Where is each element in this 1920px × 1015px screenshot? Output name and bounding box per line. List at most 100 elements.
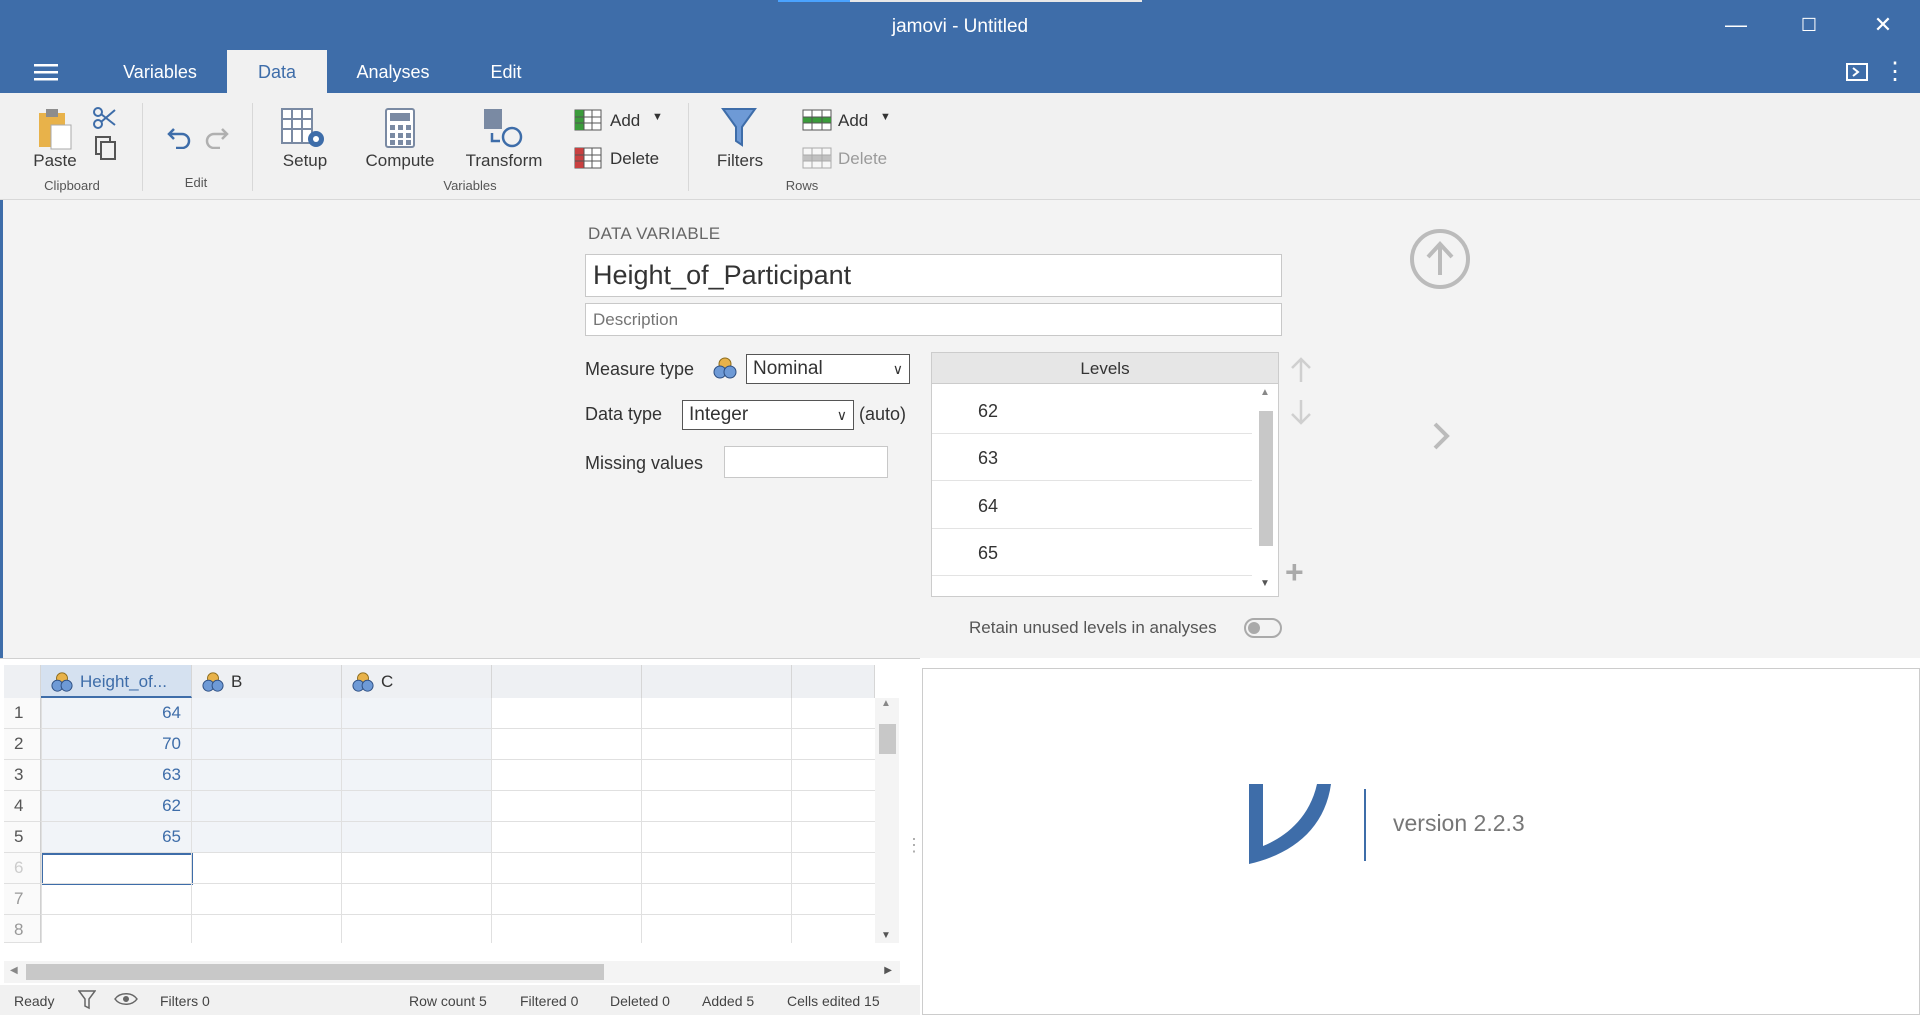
table-cell[interactable]: 70: [41, 729, 192, 760]
row-number[interactable]: 6: [4, 853, 41, 884]
next-variable-icon[interactable]: [1430, 420, 1454, 457]
copy-icon[interactable]: [94, 135, 118, 166]
add-level-icon[interactable]: +: [1285, 554, 1304, 591]
data-type-label: Data type: [585, 404, 663, 424]
data-variable-heading: DATA VARIABLE: [588, 224, 721, 243]
measure-type-label: Measure type: [585, 359, 695, 379]
variable-editor: DATA VARIABLE Height_of_Participant Meas…: [0, 200, 1920, 658]
row-number[interactable]: 5: [4, 822, 41, 853]
levels-panel: Levels 62 63 64 65 ▲ ▼: [931, 352, 1279, 597]
data-grid: Height_of... B C 1 2 3 4 5 6 7 8 64 70 6…: [0, 658, 920, 983]
minimize-button[interactable]: —: [1713, 10, 1759, 40]
divider: [142, 103, 143, 191]
toggle-panel-icon[interactable]: [1842, 50, 1872, 93]
move-level-down-icon[interactable]: [1289, 398, 1313, 431]
chevron-down-icon: ∨: [836, 407, 847, 423]
missing-values-label: Missing values: [585, 453, 704, 473]
delete-row-button[interactable]: Delete: [802, 147, 894, 173]
hamburger-menu-icon[interactable]: [26, 50, 66, 93]
missing-values-input[interactable]: [724, 446, 888, 478]
version-text: version 2.2.3: [1393, 810, 1525, 836]
move-level-up-icon[interactable]: [1289, 356, 1313, 389]
jamovi-logo: [1247, 782, 1333, 869]
redo-icon[interactable]: [202, 125, 230, 154]
setup-icon[interactable]: [280, 107, 328, 156]
splitter-handle-icon[interactable]: ⋮: [905, 835, 923, 856]
edit-group-label: Edit: [184, 175, 208, 190]
transform-icon[interactable]: [482, 107, 524, 156]
add-variable-label: Add: [610, 111, 641, 130]
clipboard-group-label: Clipboard: [44, 178, 100, 193]
tab-edit[interactable]: Edit: [456, 50, 556, 93]
status-deleted: Deleted 0: [610, 993, 670, 1009]
horizontal-scrollbar[interactable]: ◀ ▶: [4, 961, 900, 983]
description-input[interactable]: [585, 303, 1282, 336]
column-header-label: C: [381, 672, 394, 691]
retain-unused-label: Retain unused levels in analyses: [969, 618, 1217, 637]
menu-tab-bar: Variables Data Analyses Edit ⋮: [0, 50, 1920, 93]
delete-variable-button[interactable]: Delete: [574, 147, 666, 173]
undo-icon[interactable]: [166, 125, 194, 154]
table-cell[interactable]: 65: [41, 822, 192, 853]
level-item[interactable]: 65: [932, 530, 1252, 576]
column-header[interactable]: B: [192, 665, 342, 698]
row-number[interactable]: 4: [4, 791, 41, 822]
row-number[interactable]: 2: [4, 729, 41, 760]
level-item[interactable]: 64: [932, 483, 1252, 529]
more-options-icon[interactable]: ⋮: [1880, 50, 1910, 93]
ribbon-toolbar: Paste Clipboard Edit Setup Compute Trans…: [0, 93, 1920, 200]
column-header[interactable]: [642, 665, 792, 698]
eye-icon[interactable]: [114, 991, 138, 1010]
maximize-button[interactable]: ☐: [1786, 10, 1832, 40]
column-header-label: Height_of...: [80, 672, 167, 691]
data-type-select[interactable]: Integer ∨: [682, 400, 854, 430]
table-cell[interactable]: 63: [41, 760, 192, 791]
column-header[interactable]: C: [342, 665, 492, 698]
filters-label: Filters: [716, 151, 764, 170]
compute-label: Compute: [365, 151, 435, 170]
empty-cells-bc[interactable]: [192, 698, 492, 853]
tab-analyses[interactable]: Analyses: [343, 50, 443, 93]
paste-label: Paste: [33, 151, 77, 170]
collapse-editor-icon[interactable]: [1408, 227, 1472, 296]
table-cell[interactable]: 64: [41, 698, 192, 729]
row-number[interactable]: 8: [4, 915, 41, 943]
column-header[interactable]: Height_of...: [41, 665, 192, 698]
chevron-down-icon: ∨: [892, 361, 903, 377]
scissors-icon[interactable]: [92, 105, 118, 136]
setup-label: Setup: [282, 151, 328, 170]
filter-icon[interactable]: [721, 107, 757, 154]
row-number[interactable]: 3: [4, 760, 41, 791]
table-cell[interactable]: 62: [41, 791, 192, 822]
logo-divider: [1364, 789, 1366, 861]
compute-icon[interactable]: [384, 107, 416, 154]
row-number[interactable]: 7: [4, 884, 41, 915]
rows-group-label: Rows: [785, 178, 819, 193]
grid-corner: [4, 665, 41, 698]
delete-variable-label: Delete: [610, 149, 660, 168]
column-header[interactable]: [492, 665, 642, 698]
add-variable-button[interactable]: Add ▼: [574, 109, 666, 135]
divider: [252, 103, 253, 191]
status-filtered: Filtered 0: [520, 993, 579, 1009]
selected-cell[interactable]: [41, 853, 193, 885]
column-header[interactable]: [792, 665, 875, 698]
close-button[interactable]: ✕: [1860, 10, 1906, 40]
vertical-scrollbar[interactable]: ▲ ▼: [875, 698, 899, 943]
row-number[interactable]: 1: [4, 698, 41, 729]
retain-unused-toggle[interactable]: [1244, 618, 1282, 638]
measure-type-select[interactable]: Nominal ∨: [746, 354, 910, 384]
status-filters: Filters 0: [160, 993, 210, 1009]
level-item[interactable]: 62: [932, 388, 1252, 434]
level-item[interactable]: 63: [932, 435, 1252, 481]
tab-variables[interactable]: Variables: [110, 50, 210, 93]
variables-group-label: Variables: [443, 178, 497, 193]
measure-type-value: Nominal: [753, 358, 823, 379]
add-row-label: Add: [838, 111, 869, 130]
add-row-button[interactable]: Add ▼: [802, 109, 894, 135]
tab-data[interactable]: Data: [227, 50, 327, 93]
transform-label: Transform: [465, 151, 543, 170]
levels-scrollbar[interactable]: ▲ ▼: [1256, 387, 1276, 591]
variable-name-input[interactable]: Height_of_Participant: [585, 254, 1282, 297]
filter-icon[interactable]: [77, 990, 97, 1013]
